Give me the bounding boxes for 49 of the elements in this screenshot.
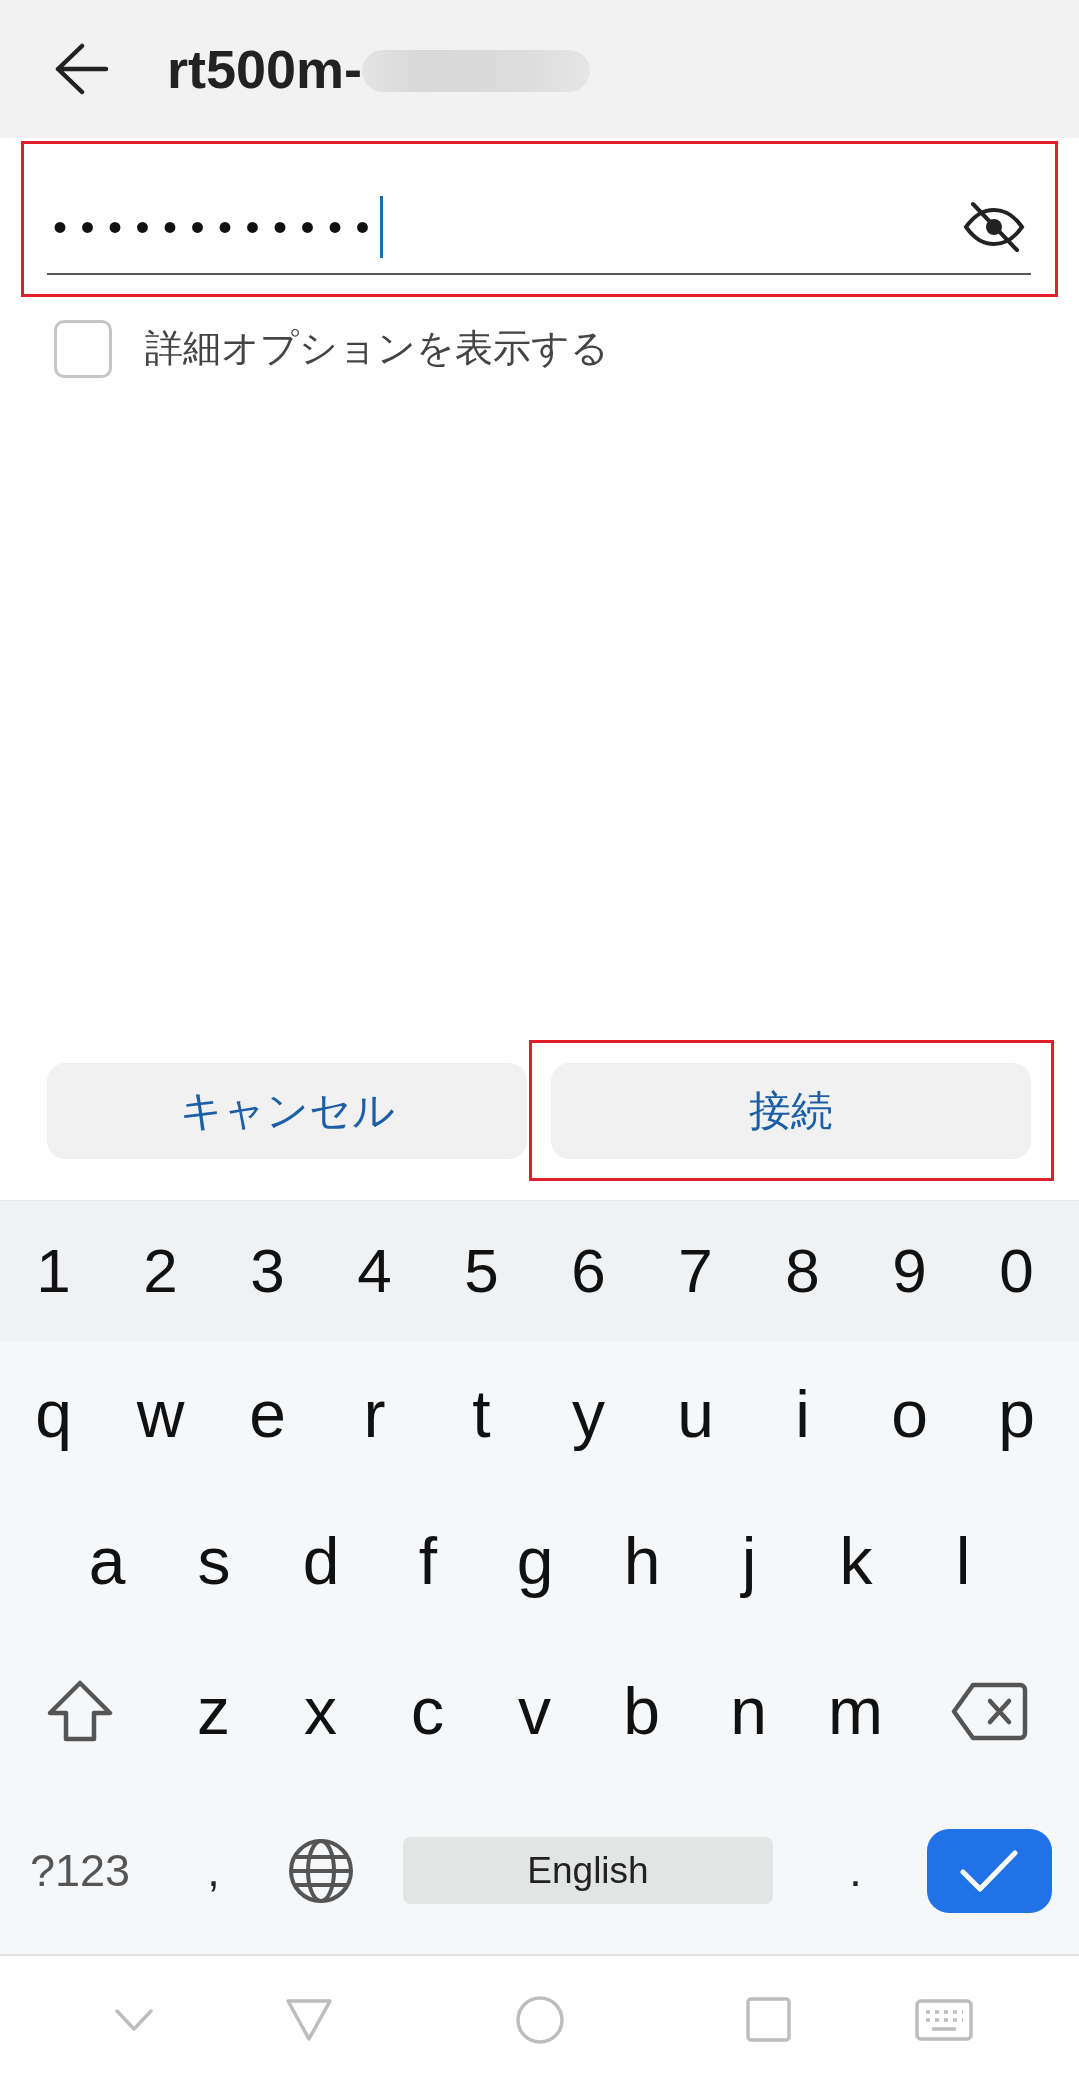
back-arrow-icon[interactable] — [55, 43, 109, 95]
shift-arrow-icon[interactable] — [47, 1680, 113, 1742]
keyboard-key[interactable]: 4 — [357, 1240, 392, 1302]
enter-key[interactable] — [926, 1828, 1052, 1913]
checkmark-icon — [960, 1849, 1018, 1892]
keyboard-key[interactable]: b — [623, 1678, 660, 1744]
action-button[interactable]: 接続 — [551, 1063, 1031, 1159]
globe-icon[interactable] — [288, 1838, 353, 1903]
keyboard-key[interactable]: 7 — [678, 1240, 713, 1302]
keyboard-key[interactable]: . — [849, 1848, 862, 1893]
keyboard-key[interactable]: o — [891, 1381, 928, 1447]
keyboard-key[interactable]: z — [197, 1678, 230, 1744]
checkbox[interactable] — [54, 320, 112, 378]
keyboard-key[interactable]: 3 — [250, 1240, 285, 1302]
keyboard-key[interactable]: w — [136, 1381, 185, 1447]
keyboard-key[interactable]: m — [828, 1678, 883, 1744]
keyboard-key[interactable]: s — [197, 1528, 231, 1594]
space-bar[interactable]: English — [403, 1837, 773, 1904]
keyboard-key[interactable]: 9 — [892, 1240, 927, 1302]
password-value: •••••••••••• — [53, 206, 384, 247]
password-field[interactable]: •••••••••••• — [47, 190, 1031, 275]
keyboard-key[interactable]: 6 — [571, 1240, 606, 1302]
keyboard-key[interactable]: i — [795, 1381, 810, 1447]
keyboard-key[interactable]: , — [207, 1848, 220, 1893]
keyboard-key[interactable]: t — [472, 1381, 491, 1447]
keyboard-key[interactable]: r — [363, 1381, 386, 1447]
keyboard-key[interactable]: f — [418, 1528, 438, 1594]
option-label: 詳細オプションを表示する — [145, 326, 609, 372]
action-button[interactable]: キャンセル — [47, 1063, 527, 1159]
keyboard-key[interactable]: c — [411, 1678, 444, 1744]
backspace-icon[interactable] — [950, 1681, 1028, 1741]
keyboard-key[interactable]: k — [839, 1528, 873, 1594]
eye-off-icon[interactable] — [963, 200, 1025, 253]
keyboard-key[interactable]: l — [955, 1528, 971, 1594]
keyboard-key[interactable]: 2 — [143, 1240, 178, 1302]
keyboard-key[interactable]: x — [304, 1678, 337, 1744]
keyboard-key[interactable]: 8 — [785, 1240, 820, 1302]
keyboard-key[interactable]: e — [249, 1381, 286, 1447]
keyboard-key[interactable]: n — [730, 1678, 767, 1744]
symbols-key[interactable]: ?123 — [29, 1848, 131, 1893]
keyboard-key[interactable]: 5 — [464, 1240, 499, 1302]
page-title: rt500m- — [167, 42, 363, 96]
keyboard-key[interactable]: h — [623, 1528, 661, 1594]
keyboard-key[interactable]: d — [302, 1528, 340, 1594]
keyboard-key[interactable]: v — [518, 1678, 551, 1744]
keyboard-key[interactable]: 1 — [36, 1240, 71, 1302]
keyboard-key[interactable]: a — [88, 1528, 126, 1594]
keyboard-key[interactable]: 0 — [999, 1240, 1034, 1302]
keyboard-key[interactable]: u — [677, 1381, 714, 1447]
